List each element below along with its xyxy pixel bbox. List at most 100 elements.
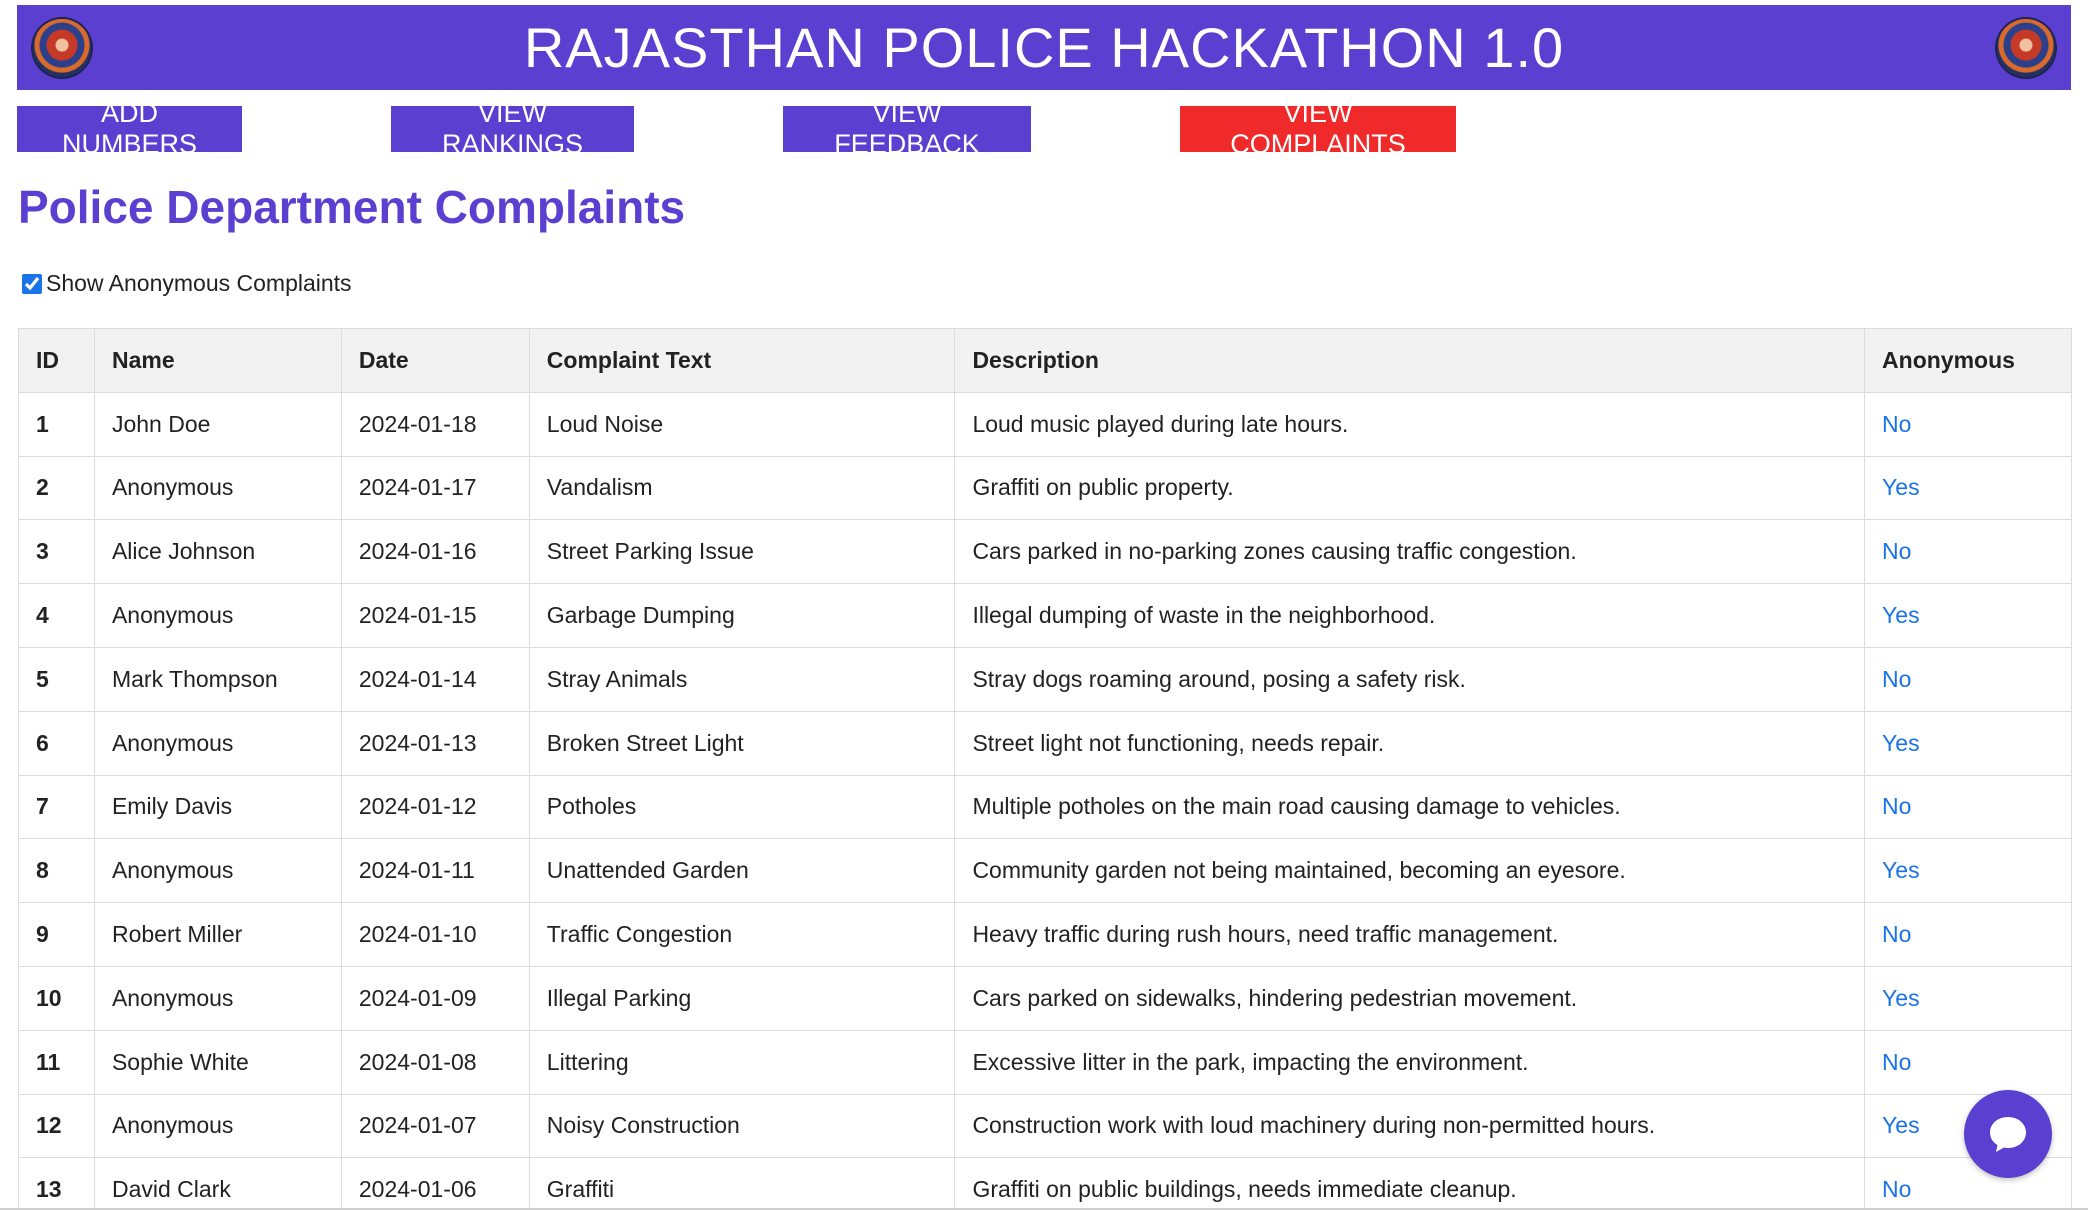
cell-name: John Doe <box>93 391 342 457</box>
view-complaints-button[interactable]: VIEW COMPLAINTS <box>1180 98 1456 159</box>
show-anonymous-filter[interactable]: Show Anonymous Complaints <box>22 270 352 297</box>
page-title: Police Department Complaints <box>18 181 686 233</box>
cell-id: 12 <box>18 1093 95 1159</box>
table-row: 7 Emily Davis 2024-01-12 Potholes Multiple p… <box>18 774 2072 840</box>
cell-id: 4 <box>18 583 95 648</box>
cell-complaint-text: Littering <box>528 1029 956 1095</box>
column-header-description: Description <box>954 328 1866 393</box>
cell-id: 11 <box>18 1029 95 1095</box>
cell-date: 2024-01-08 <box>340 1029 530 1095</box>
cell-anonymous: Yes <box>1864 583 2072 648</box>
cell-anonymous: Yes <box>1864 455 2072 521</box>
table-row: 10 Anonymous 2024-01-09 Illegal Parking Cars… <box>18 965 2072 1031</box>
table-row: 4 Anonymous 2024-01-15 Garbage Dumping Illeg… <box>18 583 2072 648</box>
cell-anonymous: No <box>1864 902 2072 967</box>
cell-description: Graffiti on public property. <box>954 455 1866 521</box>
table-row: 8 Anonymous 2024-01-11 Unattended Garden Com… <box>18 838 2072 904</box>
cell-complaint-text: Vandalism <box>528 455 956 521</box>
column-header-name: Name <box>93 328 342 393</box>
cell-complaint-text: Unattended Garden <box>528 838 956 904</box>
cell-complaint-text: Noisy Construction <box>528 1093 956 1159</box>
complaints-page: RAJASTHAN POLICE HACKATHON 1.0 ADD NUMBE… <box>0 0 2088 1210</box>
cell-complaint-text: Stray Animals <box>528 646 956 712</box>
cell-complaint-text: Loud Noise <box>528 391 956 457</box>
cell-description: Cars parked on sidewalks, hindering pede… <box>954 965 1866 1031</box>
cell-anonymous: No <box>1864 646 2072 712</box>
column-header-anonymous: Anonymous <box>1864 328 2072 393</box>
cell-description: Community garden not being maintained, b… <box>954 838 1866 904</box>
table-row: 6 Anonymous 2024-01-13 Broken Street Light S… <box>18 710 2072 776</box>
table-row: 3 Alice Johnson 2024-01-16 Street Parking I… <box>18 519 2072 585</box>
cell-date: 2024-01-07 <box>340 1093 530 1159</box>
table-row: 2 Anonymous 2024-01-17 Vandalism Graffiti on… <box>18 455 2072 521</box>
table-row: 5 Mark Thompson 2024-01-14 Stray Animals Str… <box>18 646 2072 712</box>
cell-date: 2024-01-10 <box>340 902 530 967</box>
cell-complaint-text: Traffic Congestion <box>528 902 956 967</box>
table-row: 13 David Clark 2024-01-06 Graffiti Graffiti … <box>18 1157 2072 1210</box>
cell-description: Illegal dumping of waste in the neighbor… <box>954 583 1866 648</box>
cell-name: David Clark <box>93 1157 342 1210</box>
cell-description: Loud music played during late hours. <box>954 391 1866 457</box>
cell-name: Sophie White <box>93 1029 342 1095</box>
cell-description: Street light not functioning, needs repa… <box>954 710 1866 776</box>
cell-description: Graffiti on public buildings, needs imme… <box>954 1157 1866 1210</box>
nav-bar: ADD NUMBERS VIEW RANKINGS VIEW FEEDBACK … <box>0 98 2088 159</box>
cell-name: Alice Johnson <box>93 519 342 585</box>
cell-description: Heavy traffic during rush hours, need tr… <box>954 902 1866 967</box>
cell-anonymous: No <box>1864 391 2072 457</box>
police-emblem-icon <box>33 19 91 77</box>
header-title: RAJASTHAN POLICE HACKATHON 1.0 <box>523 16 1565 79</box>
cell-name: Anonymous <box>93 1093 342 1159</box>
chat-bubble-icon <box>1990 1117 2026 1152</box>
cell-id: 6 <box>18 710 95 776</box>
table-row: 9 Robert Miller 2024-01-10 Traffic Congesti… <box>18 902 2072 967</box>
cell-date: 2024-01-12 <box>340 774 530 840</box>
chat-button[interactable] <box>1964 1090 2052 1178</box>
cell-anonymous: Yes <box>1864 965 2072 1031</box>
cell-id: 1 <box>18 391 95 457</box>
column-header-complaint-text: Complaint Text <box>528 328 956 393</box>
cell-name: Mark Thompson <box>93 646 342 712</box>
cell-id: 7 <box>18 774 95 840</box>
cell-complaint-text: Illegal Parking <box>528 965 956 1031</box>
table-body: 1 John Doe 2024-01-18 Loud Noise Loud music … <box>18 391 2072 1210</box>
cell-anonymous: Yes <box>1864 710 2072 776</box>
cell-name: Anonymous <box>93 583 342 648</box>
cell-id: 10 <box>18 965 95 1031</box>
cell-date: 2024-01-11 <box>340 838 530 904</box>
cell-complaint-text: Garbage Dumping <box>528 583 956 648</box>
add-numbers-button[interactable]: ADD NUMBERS <box>17 98 242 159</box>
cell-date: 2024-01-09 <box>340 965 530 1031</box>
cell-name: Anonymous <box>93 965 342 1031</box>
cell-complaint-text: Street Parking Issue <box>528 519 956 585</box>
cell-date: 2024-01-14 <box>340 646 530 712</box>
cell-name: Robert Miller <box>93 902 342 967</box>
cell-anonymous: Yes <box>1864 838 2072 904</box>
table-header-row: ID Name Date Complaint Text Description Anony… <box>18 328 2072 393</box>
cell-anonymous: No <box>1864 1029 2072 1095</box>
cell-complaint-text: Broken Street Light <box>528 710 956 776</box>
cell-id: 8 <box>18 838 95 904</box>
table-row: 11 Sophie White 2024-01-08 Littering Excessi… <box>18 1029 2072 1095</box>
police-emblem-icon <box>1997 19 2055 77</box>
cell-date: 2024-01-18 <box>340 391 530 457</box>
cell-anonymous: No <box>1864 519 2072 585</box>
cell-anonymous: No <box>1864 1157 2072 1210</box>
table-row: 1 John Doe 2024-01-18 Loud Noise Loud music … <box>18 391 2072 457</box>
cell-id: 2 <box>18 455 95 521</box>
cell-description: Stray dogs roaming around, posing a safe… <box>954 646 1866 712</box>
column-header-date: Date <box>340 328 530 393</box>
cell-complaint-text: Graffiti <box>528 1157 956 1210</box>
cell-date: 2024-01-16 <box>340 519 530 585</box>
cell-date: 2024-01-13 <box>340 710 530 776</box>
cell-description: Excessive litter in the park, impacting … <box>954 1029 1866 1095</box>
cell-id: 9 <box>18 902 95 967</box>
column-header-id: ID <box>18 328 95 393</box>
view-feedback-button[interactable]: VIEW FEEDBACK <box>783 98 1031 159</box>
cell-description: Cars parked in no-parking zones causing … <box>954 519 1866 585</box>
view-rankings-button[interactable]: VIEW RANKINGS <box>391 98 634 159</box>
cell-id: 5 <box>18 646 95 712</box>
complaints-table: ID Name Date Complaint Text Description Anony… <box>18 328 2072 1210</box>
show-anonymous-checkbox[interactable] <box>22 273 42 294</box>
cell-complaint-text: Potholes <box>528 774 956 840</box>
